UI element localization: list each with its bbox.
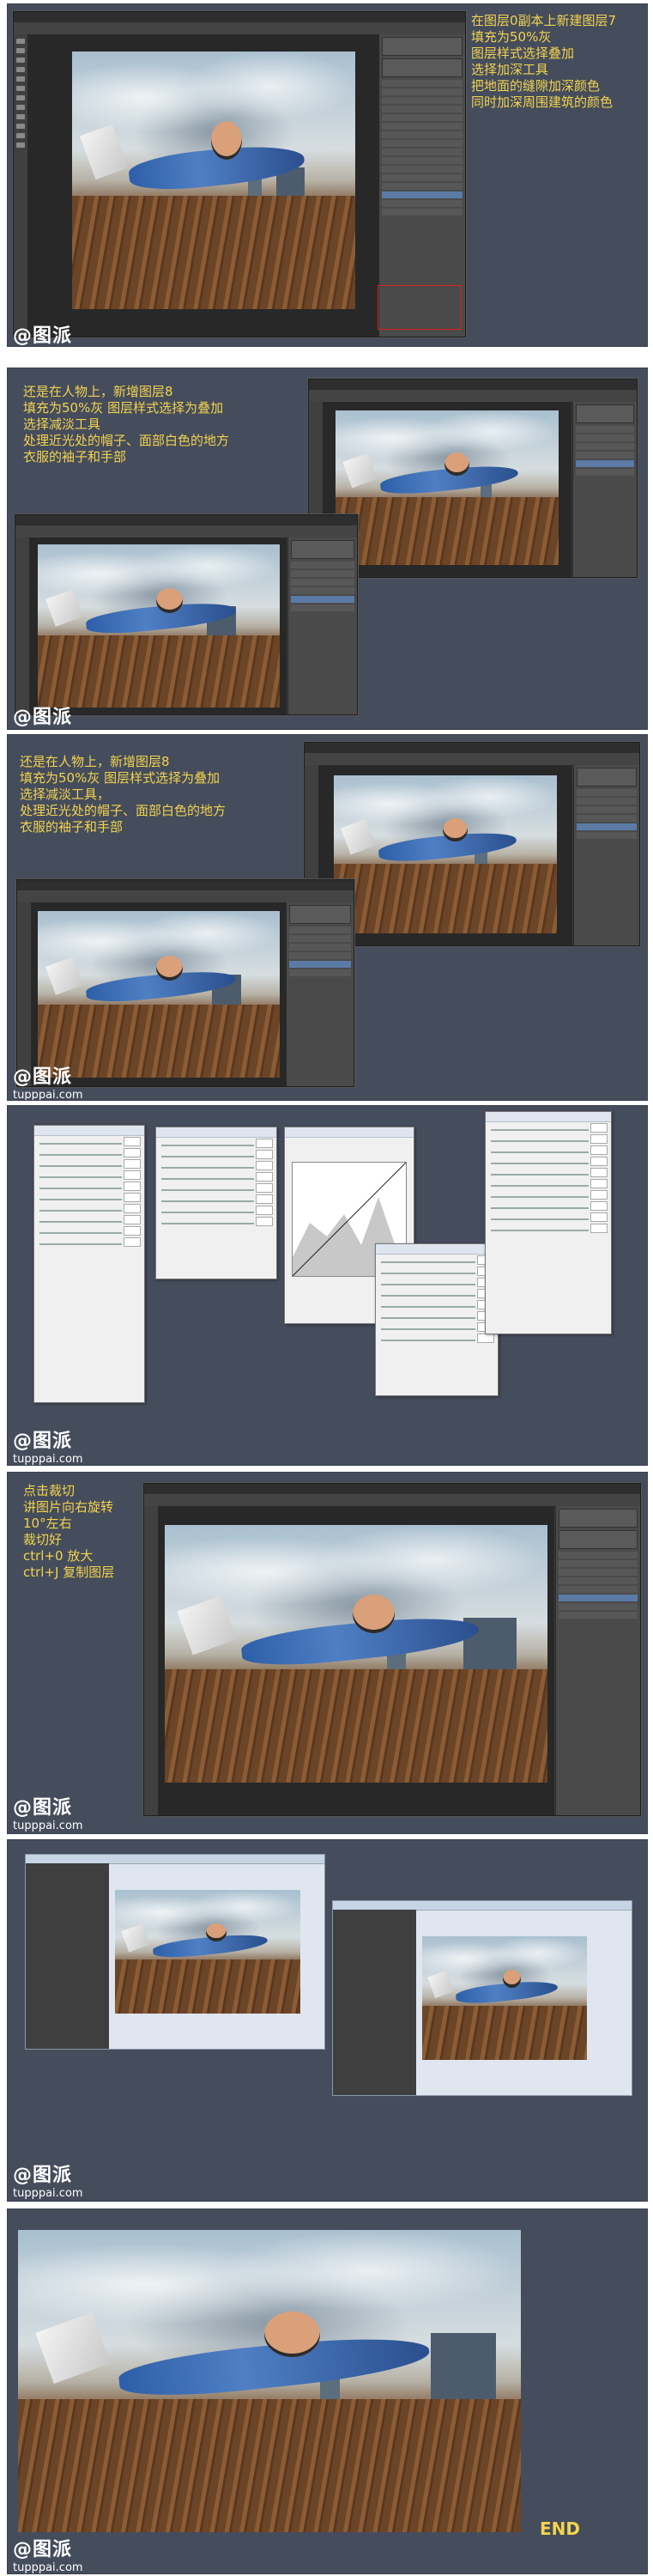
watermark: @图派 bbox=[13, 707, 73, 728]
tools-panel[interactable] bbox=[14, 34, 28, 337]
adjustment-dialog[interactable] bbox=[375, 1243, 499, 1396]
photoshop-window-front bbox=[15, 514, 358, 715]
watermark: @图派 bbox=[13, 325, 73, 347]
adjustment-dialog[interactable] bbox=[33, 1125, 145, 1403]
tutorial-step-4: @图派 tupppai.com bbox=[7, 1105, 648, 1466]
step-note: 点击裁切 讲图片向右旋转 10°左右 裁切好 ctrl+0 放大 ctrl+J … bbox=[23, 1483, 115, 1580]
tutorial-step-3: 还是在人物上，新增图层8 填充为50%灰 图层样式选择为叠加 选择减淡工具， 处… bbox=[7, 734, 648, 1101]
photo-canvas[interactable] bbox=[38, 911, 280, 1078]
tutorial-step-6: @图派 tupppai.com bbox=[7, 1839, 648, 2202]
tutorial-step-5: 点击裁切 讲图片向右旋转 10°左右 裁切好 ctrl+0 放大 ctrl+J … bbox=[7, 1472, 648, 1834]
final-photo bbox=[18, 2230, 521, 2532]
photo-canvas[interactable] bbox=[115, 1889, 301, 2014]
photoshop-window bbox=[143, 1483, 641, 1816]
photoshop-window bbox=[13, 11, 466, 337]
adjustment-dialog[interactable] bbox=[485, 1111, 612, 1334]
step-note: 还是在人物上，新增图层8 填充为50%灰 图层样式选择为叠加 选择减淡工具， 处… bbox=[20, 754, 227, 835]
editor-window bbox=[332, 1900, 632, 2096]
end-label: END bbox=[540, 2518, 581, 2539]
tutorial-final: END @图派 tupppai.com bbox=[7, 2208, 648, 2574]
man-head bbox=[210, 121, 242, 160]
photo-canvas[interactable] bbox=[72, 52, 355, 309]
photo-canvas[interactable] bbox=[336, 410, 559, 565]
step-note: 还是在人物上，新增图层8 填充为50%灰 图层样式选择为叠加 选择减淡工具 处理… bbox=[23, 384, 230, 465]
photoshop-window-front bbox=[16, 879, 354, 1087]
options-bar[interactable] bbox=[14, 22, 465, 35]
editor-window bbox=[25, 1854, 325, 2050]
photo-canvas[interactable] bbox=[38, 544, 280, 708]
canvas-area[interactable] bbox=[27, 34, 379, 337]
photo-canvas[interactable] bbox=[422, 1935, 587, 2061]
layers-highlight bbox=[378, 285, 462, 330]
watermark: @图派 tupppai.com bbox=[13, 1797, 83, 1832]
watermark: @图派 tupppai.com bbox=[13, 2539, 83, 2574]
photo-canvas[interactable] bbox=[334, 775, 557, 933]
watermark: @图派 tupppai.com bbox=[13, 1066, 83, 1101]
adjustment-dialog[interactable] bbox=[155, 1127, 277, 1279]
tutorial-step-1: 在图层0副本上新建图层7 填充为50%灰 图层样式选择叠加 选择加深工具 把地面… bbox=[7, 3, 648, 347]
step-note: 在图层0副本上新建图层7 填充为50%灰 图层样式选择叠加 选择加深工具 把地面… bbox=[471, 13, 617, 110]
photo-canvas[interactable] bbox=[165, 1525, 547, 1783]
tutorial-step-2: 还是在人物上，新增图层8 填充为50%灰 图层样式选择为叠加 选择减淡工具 处理… bbox=[7, 368, 648, 730]
watermark: @图派 tupppai.com bbox=[13, 2165, 83, 2200]
watermark: @图派 tupppai.com bbox=[13, 1431, 83, 1466]
